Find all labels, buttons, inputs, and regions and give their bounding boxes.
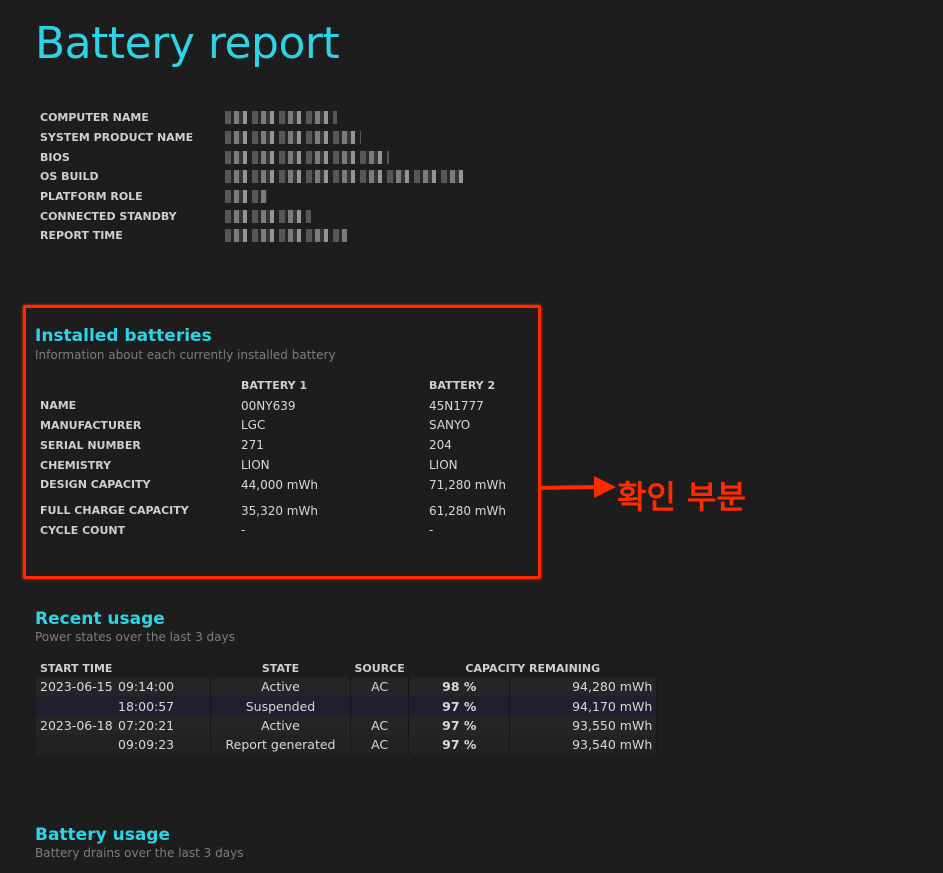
table-row: 09:09:23 Report generated AC 97 % 93,540… bbox=[36, 735, 658, 755]
info-row-bios: BIOS bbox=[40, 147, 463, 167]
info-row-platform-role: PLATFORM ROLE bbox=[40, 187, 463, 207]
table-row: 2023-06-15 09:14:00 Active AC 98 % 94,280… bbox=[36, 677, 658, 697]
recent-usage-subtitle: Power states over the last 3 days bbox=[35, 630, 235, 644]
table-row: 18:00:57 Suspended 97 % 94,170 mWh bbox=[36, 696, 658, 716]
info-label: PLATFORM ROLE bbox=[40, 190, 143, 204]
row-time: 09:14:00 bbox=[118, 679, 175, 695]
annotation-highlight-box bbox=[23, 305, 541, 579]
system-info-table: COMPUTER NAME SYSTEM PRODUCT NAME BIOS O… bbox=[40, 108, 463, 246]
info-label: OS BUILD bbox=[40, 170, 99, 184]
annotation-label: 확인 부분 bbox=[617, 478, 746, 516]
row-state: Active bbox=[210, 715, 351, 736]
row-source: AC bbox=[350, 735, 410, 755]
header-source: SOURCE bbox=[354, 661, 405, 675]
header-state: STATE bbox=[261, 661, 300, 675]
info-label: REPORT TIME bbox=[40, 229, 123, 243]
row-capacity: 94,280 mWh bbox=[509, 677, 658, 697]
info-row-computer-name: COMPUTER NAME bbox=[40, 108, 463, 128]
info-row-connected-standby: CONNECTED STANDBY bbox=[40, 206, 463, 226]
row-time: 07:20:21 bbox=[118, 717, 175, 733]
row-source: AC bbox=[350, 677, 410, 697]
redacted-value bbox=[225, 170, 463, 184]
header-capacity-remaining: CAPACITY REMAINING bbox=[465, 661, 601, 675]
annotation-arrow-icon bbox=[538, 476, 616, 498]
row-date: 2023-06-18 bbox=[40, 717, 113, 733]
redacted-value bbox=[225, 111, 337, 125]
recent-usage-title: Recent usage bbox=[35, 609, 165, 629]
info-label: CONNECTED STANDBY bbox=[40, 209, 177, 223]
redacted-value bbox=[225, 150, 389, 164]
redacted-value bbox=[225, 209, 311, 223]
redacted-value bbox=[225, 190, 267, 204]
redacted-value bbox=[225, 131, 361, 145]
row-capacity: 93,550 mWh bbox=[509, 715, 658, 736]
row-state: Active bbox=[210, 677, 351, 697]
info-label: COMPUTER NAME bbox=[40, 111, 149, 125]
report-title: Battery report bbox=[35, 18, 340, 69]
table-row: 2023-06-18 07:20:21 Active AC 97 % 93,550… bbox=[36, 715, 658, 736]
row-percent: 97 % bbox=[408, 715, 511, 736]
row-date: 2023-06-15 bbox=[40, 679, 113, 695]
row-capacity: 93,540 mWh bbox=[509, 735, 658, 755]
battery-usage-subtitle: Battery drains over the last 3 days bbox=[35, 846, 244, 860]
info-row-report-time: REPORT TIME bbox=[40, 226, 463, 246]
row-percent: 97 % bbox=[408, 735, 511, 755]
row-percent: 98 % bbox=[408, 677, 511, 697]
info-row-system-product-name: SYSTEM PRODUCT NAME bbox=[40, 128, 463, 148]
row-state: Suspended bbox=[210, 696, 351, 716]
row-source: AC bbox=[350, 715, 410, 736]
row-time: 18:00:57 bbox=[118, 698, 175, 714]
usage-header-row: START TIME STATE SOURCE CAPACITY REMAINI… bbox=[36, 659, 657, 677]
info-label: SYSTEM PRODUCT NAME bbox=[40, 131, 194, 145]
row-time: 09:09:23 bbox=[118, 737, 175, 753]
row-state: Report generated bbox=[210, 735, 351, 755]
info-row-os-build: OS BUILD bbox=[40, 167, 463, 187]
row-source bbox=[350, 696, 410, 716]
recent-usage-table: START TIME STATE SOURCE CAPACITY REMAINI… bbox=[36, 659, 658, 755]
row-percent: 97 % bbox=[408, 696, 511, 716]
battery-usage-title: Battery usage bbox=[35, 825, 170, 845]
info-label: BIOS bbox=[40, 150, 70, 164]
redacted-value bbox=[225, 229, 347, 243]
row-capacity: 94,170 mWh bbox=[509, 696, 658, 716]
header-start-time: START TIME bbox=[40, 661, 113, 675]
